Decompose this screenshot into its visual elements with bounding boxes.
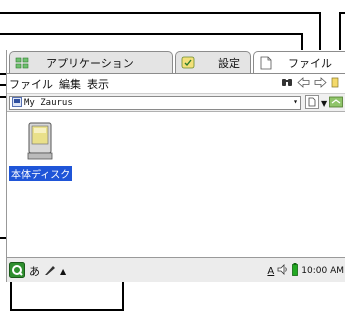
internal-disk-icon [27,122,53,165]
taskbar: あ ▲ A 10:00 AM [7,257,345,282]
dropdown-arrow-icon[interactable]: ▾ [293,97,298,106]
menu-file[interactable]: ファイル [9,76,53,92]
launcher-q-icon[interactable] [9,262,25,281]
path-value: My Zaurus [24,98,73,108]
path-bar: My Zaurus ▾ ▼ [7,93,345,112]
callout-line [0,33,302,35]
callout-line [10,309,124,311]
tab-files[interactable]: ファイル [253,51,345,73]
callout-line [0,12,320,14]
callout-line [339,12,345,14]
tab-bar: アプリケーション 設定 ファイル [7,50,345,73]
battery-icon[interactable] [292,263,299,279]
taskbar-right: A 10:00 AM [267,263,344,279]
taskbar-left: あ ▲ [9,262,66,281]
zaurus-screen: アプリケーション 設定 ファイル ファイル 編集 表示 My Zaurus ▾ … [6,50,345,282]
up-folder-icon[interactable] [331,76,340,91]
input-method-icon[interactable]: あ [29,266,40,277]
file-item-label: 本体ディスク [9,166,73,181]
speaker-icon[interactable] [277,264,289,278]
nav-toolbar [281,76,340,91]
up-triangle-icon[interactable]: ▲ [60,267,66,276]
tab-settings[interactable]: 設定 [175,51,251,73]
view-page-icon[interactable] [305,95,319,112]
forward-arrow-icon[interactable] [314,76,327,91]
file-icon [258,56,274,70]
settings-icon [180,56,196,70]
tab-label: アプリケーション [46,56,134,70]
tab-label: 設定 [218,56,240,70]
path-combobox[interactable]: My Zaurus ▾ [9,96,301,110]
back-arrow-icon[interactable] [297,76,310,91]
input-indicator[interactable]: A [267,266,274,277]
file-list-area[interactable]: 本体ディスク [7,112,345,256]
applications-grid-icon [14,56,30,70]
menu-edit[interactable]: 編集 [59,76,81,92]
directory-up-icon[interactable] [329,96,344,111]
menu-view[interactable]: 表示 [87,76,109,92]
binoculars-icon[interactable] [281,77,293,91]
path-toolbar: ▼ [305,95,344,112]
tab-label: ファイル [288,56,332,70]
pen-icon[interactable] [44,264,56,279]
tab-applications[interactable]: アプリケーション [9,51,173,73]
view-dropdown-icon[interactable]: ▼ [321,99,327,108]
zaurus-device-icon [12,96,22,110]
menu-bar: ファイル 編集 表示 [7,73,345,93]
clock-time[interactable]: 10:00 AM [301,266,344,276]
